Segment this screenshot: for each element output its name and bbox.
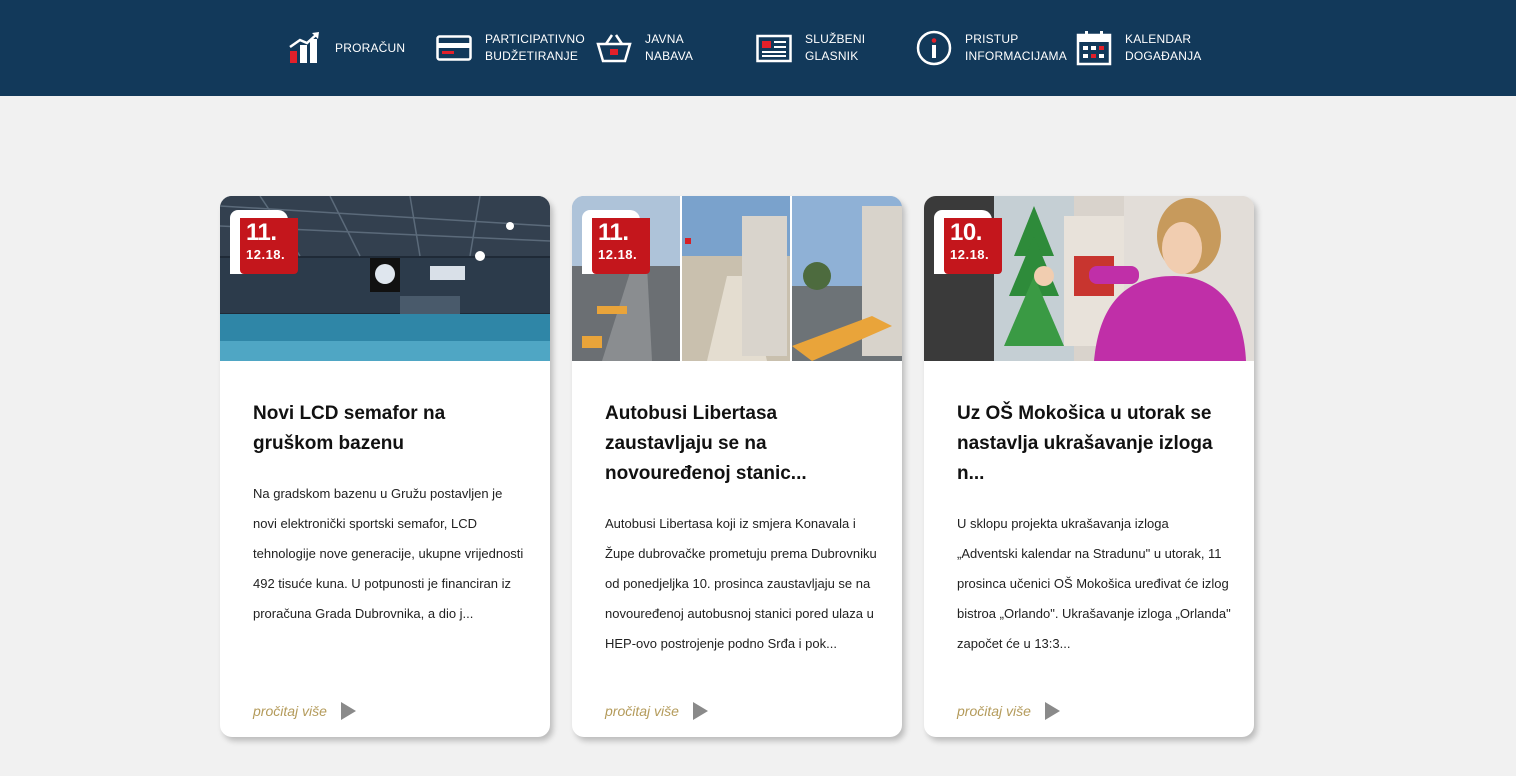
play-arrow-icon: [340, 702, 356, 720]
nav-item-proracun[interactable]: PRORAČUN: [286, 28, 405, 68]
date-day: 11.: [598, 219, 629, 246]
news-card: 10. 12.18. Uz OŠ Mokošica u utorak se na…: [924, 196, 1254, 737]
read-more-link[interactable]: pročitaj više: [253, 702, 356, 720]
date-month: 12.18.: [950, 247, 990, 262]
news-title[interactable]: Autobusi Libertasa zaustavljaju se na no…: [605, 399, 875, 489]
credit-card-icon: [436, 30, 472, 66]
read-more-link[interactable]: pročitaj više: [605, 702, 708, 720]
nav-item-kalendar-dogadanja[interactable]: KALENDAR DOGAĐANJA: [1076, 28, 1201, 68]
date-day: 11.: [246, 219, 277, 246]
nav-label: PRISTUP INFORMACIJAMA: [965, 32, 1067, 63]
date-month: 12.18.: [246, 247, 286, 262]
nav-item-pristup-informacijama[interactable]: PRISTUP INFORMACIJAMA: [916, 28, 1067, 68]
nav-label: KALENDAR DOGAĐANJA: [1125, 32, 1202, 63]
top-navigation-bar: PRORAČUN PARTICIPATIVNO BUDŽETIRANJE JAV…: [0, 0, 1516, 96]
read-more-link[interactable]: pročitaj više: [957, 702, 1060, 720]
nav-item-javna-nabava[interactable]: JAVNA NABAVA: [596, 28, 693, 68]
nav-item-sluzbeni-glasnik[interactable]: SLUŽBENI GLASNIK: [756, 28, 865, 68]
nav-label: SLUŽBENI GLASNIK: [805, 32, 866, 63]
news-excerpt: Na gradskom bazenu u Gružu postavljen je…: [253, 486, 524, 621]
news-card: 11. 12.18. Novi LCD semafor na gruškom b…: [220, 196, 550, 737]
news-excerpt: U sklopu projekta ukrašavanja izloga „Ad…: [957, 516, 1231, 651]
date-month: 12.18.: [598, 247, 638, 262]
nav-label: PARTICIPATIVNO BUDŽETIRANJE: [485, 32, 585, 63]
newspaper-icon: [756, 30, 792, 66]
info-icon: [916, 30, 952, 66]
news-card: 11. 12.18. Autobusi Libertasa zaustavlja…: [572, 196, 902, 737]
date-badge: 11. 12.18.: [240, 218, 298, 274]
bar-chart-icon: [286, 30, 322, 66]
shopping-basket-icon: [596, 30, 632, 66]
read-more-label: pročitaj više: [253, 703, 327, 719]
news-excerpt: Autobusi Libertasa koji iz smjera Konava…: [605, 516, 877, 651]
date-badge: 10. 12.18.: [944, 218, 1002, 274]
nav-label: PRORAČUN: [335, 40, 406, 55]
news-image[interactable]: 10. 12.18.: [924, 196, 1254, 361]
date-badge: 11. 12.18.: [592, 218, 650, 274]
play-arrow-icon: [1044, 702, 1060, 720]
read-more-label: pročitaj više: [605, 703, 679, 719]
news-image[interactable]: 11. 12.18.: [572, 196, 902, 361]
play-arrow-icon: [692, 702, 708, 720]
calendar-icon: [1076, 30, 1112, 66]
news-title[interactable]: Uz OŠ Mokošica u utorak se nastavlja ukr…: [957, 399, 1227, 489]
news-title[interactable]: Novi LCD semafor na gruškom bazenu: [253, 399, 523, 459]
read-more-label: pročitaj više: [957, 703, 1031, 719]
date-day: 10.: [950, 219, 982, 246]
nav-item-participativno-budzetiranje[interactable]: PARTICIPATIVNO BUDŽETIRANJE: [436, 28, 585, 68]
nav-label: JAVNA NABAVA: [645, 32, 694, 63]
news-image[interactable]: 11. 12.18.: [220, 196, 550, 361]
